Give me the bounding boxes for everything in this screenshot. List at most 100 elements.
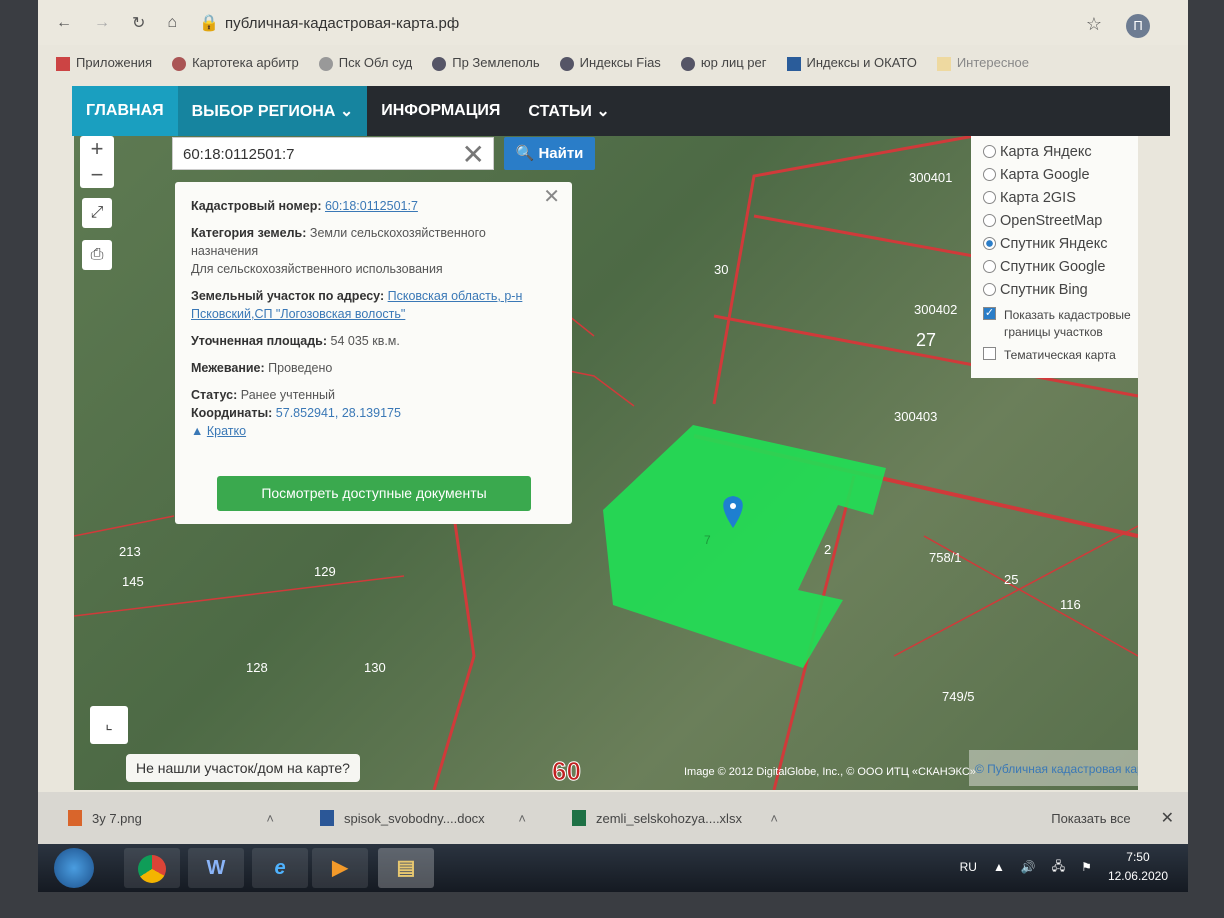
download-item[interactable]: spisok_svobodny....docx ˄ bbox=[290, 810, 542, 826]
map[interactable]: 7 300401 300402 300403 27 60 129 128 130… bbox=[74, 136, 1138, 790]
apps-icon bbox=[56, 56, 70, 71]
address-bar: ← → ↻ ⌂ 🔒 публичная-кадастровая-карта.рф … bbox=[38, 0, 1188, 45]
bookmark[interactable]: Индексы Fias bbox=[559, 55, 661, 71]
image-file-icon bbox=[68, 810, 82, 826]
zoom-out-button[interactable]: − bbox=[80, 162, 114, 188]
imagery-attribution: Image © 2012 DigitalGlobe, Inc., © ООО И… bbox=[684, 766, 976, 778]
map-label: 60 bbox=[552, 756, 581, 786]
ie-icon[interactable]: e bbox=[252, 848, 308, 888]
map-label: 758/1 bbox=[929, 550, 962, 565]
network-icon[interactable]: 🖧 bbox=[1052, 857, 1065, 878]
nav-region[interactable]: ВЫБОР РЕГИОНА ⌄ bbox=[177, 86, 368, 136]
start-button[interactable] bbox=[54, 848, 94, 888]
search-input[interactable]: 60:18:0112501:7 ✕ bbox=[172, 137, 494, 170]
selected-parcel bbox=[603, 425, 886, 668]
action-center-icon[interactable]: ⚑ bbox=[1081, 860, 1092, 874]
bookmark[interactable]: юр лиц рег bbox=[680, 55, 767, 71]
bookmark[interactable]: Индексы и ОКАТО bbox=[786, 55, 917, 71]
map-label: 213 bbox=[119, 544, 141, 559]
screen: ← → ↻ ⌂ 🔒 публичная-кадастровая-карта.рф … bbox=[38, 0, 1188, 892]
close-icon[interactable]: ✕ bbox=[543, 187, 560, 207]
thematic-map-checkbox[interactable]: Тематическая карта bbox=[983, 347, 1138, 364]
nav-home[interactable]: ГЛАВНАЯ bbox=[72, 86, 178, 136]
avatar[interactable]: П bbox=[1126, 14, 1150, 38]
fullscreen-icon[interactable]: ⤢ bbox=[82, 198, 112, 228]
print-icon[interactable]: ⎙ bbox=[82, 240, 112, 270]
nav-articles[interactable]: СТАТЬИ ⌄ bbox=[514, 86, 623, 136]
view-documents-button[interactable]: Посмотреть доступные документы bbox=[217, 476, 531, 511]
page-icon bbox=[786, 56, 801, 71]
zoom-control: + − bbox=[80, 136, 114, 188]
url-field[interactable]: публичная-кадастровая-карта.рф bbox=[225, 15, 459, 32]
map-label: 300402 bbox=[914, 302, 957, 317]
layer-option-selected[interactable]: Спутник Яндекс bbox=[983, 232, 1138, 255]
reload-icon[interactable]: ↻ bbox=[132, 13, 145, 33]
word-icon[interactable]: W bbox=[188, 848, 244, 888]
search-icon: 🔍 bbox=[515, 145, 535, 162]
chrome-icon[interactable] bbox=[124, 848, 180, 888]
parcel-info-popup: ✕ Кадастровый номер: 60:18:0112501:7 Кат… bbox=[175, 182, 572, 524]
language-indicator[interactable]: RU bbox=[960, 860, 977, 874]
map-label: 300401 bbox=[909, 170, 952, 185]
star-icon[interactable]: ☆ bbox=[1086, 14, 1102, 35]
tray-expand-icon[interactable]: ▲ bbox=[993, 860, 1005, 874]
bookmark[interactable]: Картотека арбитр bbox=[172, 55, 299, 71]
forward-icon[interactable]: → bbox=[94, 14, 110, 32]
bookmarks-bar: Приложения Картотека арбитр Пск Обл суд … bbox=[38, 45, 1188, 81]
layer-option[interactable]: OpenStreetMap bbox=[983, 209, 1138, 232]
layer-switcher: Карта Яндекс Карта Google Карта 2GIS Ope… bbox=[971, 136, 1138, 378]
close-icon[interactable]: ✕ bbox=[1161, 808, 1174, 828]
lock-icon: 🔒 bbox=[199, 14, 219, 32]
emblem-icon bbox=[172, 56, 187, 71]
layer-option[interactable]: Спутник Bing bbox=[983, 278, 1138, 301]
layer-option[interactable]: Карта Google bbox=[983, 163, 1138, 186]
map-label: 749/5 bbox=[942, 689, 975, 704]
chevron-up-icon: ˄ bbox=[770, 810, 778, 826]
map-attribution[interactable]: © Публичная кадастровая карта bbox=[969, 750, 1138, 786]
not-found-button[interactable]: Не нашли участок/дом на карте? bbox=[126, 754, 360, 782]
bookmark[interactable]: Интересное bbox=[936, 55, 1029, 71]
layer-option[interactable]: Карта Яндекс bbox=[983, 140, 1138, 163]
collapse-link[interactable]: ▲ Кратко bbox=[191, 422, 556, 440]
home-icon[interactable]: ⌂ bbox=[167, 14, 177, 32]
zoom-in-button[interactable]: + bbox=[80, 136, 114, 162]
map-label: 300403 bbox=[894, 409, 937, 424]
download-item[interactable]: zemli_selskohozya....xlsx ˄ bbox=[542, 810, 794, 826]
border-line bbox=[432, 515, 476, 790]
bookmark[interactable]: Пр Землеполь bbox=[432, 55, 540, 71]
map-label: 2 bbox=[824, 542, 831, 557]
bookmark[interactable]: Пск Обл суд bbox=[318, 55, 412, 71]
measure-icon[interactable]: ⌞ bbox=[90, 706, 128, 744]
map-label: 25 bbox=[1004, 572, 1018, 587]
search-button[interactable]: 🔍 Найти bbox=[504, 137, 595, 170]
border-line bbox=[893, 525, 1138, 657]
layer-option[interactable]: Спутник Google bbox=[983, 255, 1138, 278]
clear-icon[interactable]: ✕ bbox=[462, 138, 485, 171]
map-label: 130 bbox=[364, 660, 386, 675]
system-tray: RU ▲ 🔊 🖧 ⚑ 7:50 12.06.2020 bbox=[960, 848, 1168, 886]
downloads-bar: 3у 7.png ˄ spisok_svobodny....docx ˄ zemli… bbox=[38, 792, 1188, 844]
site-nav: ГЛАВНАЯ ВЫБОР РЕГИОНА ⌄ ИНФОРМАЦИЯ СТАТЬ… bbox=[72, 86, 1170, 136]
volume-icon[interactable]: 🔊 bbox=[1021, 860, 1036, 874]
explorer-icon[interactable]: ▤ bbox=[378, 848, 434, 888]
chevron-up-icon: ˄ bbox=[266, 810, 274, 826]
layer-option[interactable]: Карта 2GIS bbox=[983, 186, 1138, 209]
nav-info[interactable]: ИНФОРМАЦИЯ bbox=[367, 86, 514, 136]
cadastral-number-link[interactable]: 60:18:0112501:7 bbox=[325, 199, 418, 213]
bookmark[interactable]: Приложения bbox=[56, 55, 152, 71]
download-item[interactable]: 3у 7.png ˄ bbox=[38, 810, 290, 826]
map-label: 129 bbox=[314, 564, 336, 579]
show-all-button[interactable]: Показать все bbox=[1051, 811, 1130, 826]
media-player-icon[interactable]: ▶ bbox=[312, 848, 368, 888]
word-file-icon bbox=[320, 810, 334, 826]
map-label: 116 bbox=[1060, 597, 1081, 612]
back-icon[interactable]: ← bbox=[56, 14, 72, 32]
show-borders-checkbox[interactable]: ✓ Показать кадастровые границы участков bbox=[983, 307, 1138, 341]
clock[interactable]: 7:50 12.06.2020 bbox=[1108, 848, 1168, 886]
border-line bbox=[74, 515, 405, 617]
seal-icon bbox=[559, 56, 574, 71]
map-label: 30 bbox=[714, 262, 728, 277]
excel-file-icon bbox=[572, 810, 586, 826]
taskbar: W e ▶ ▤ RU ▲ 🔊 🖧 ⚑ 7:50 12.06.2020 bbox=[38, 844, 1188, 892]
parcel-label: 7 bbox=[704, 533, 711, 547]
